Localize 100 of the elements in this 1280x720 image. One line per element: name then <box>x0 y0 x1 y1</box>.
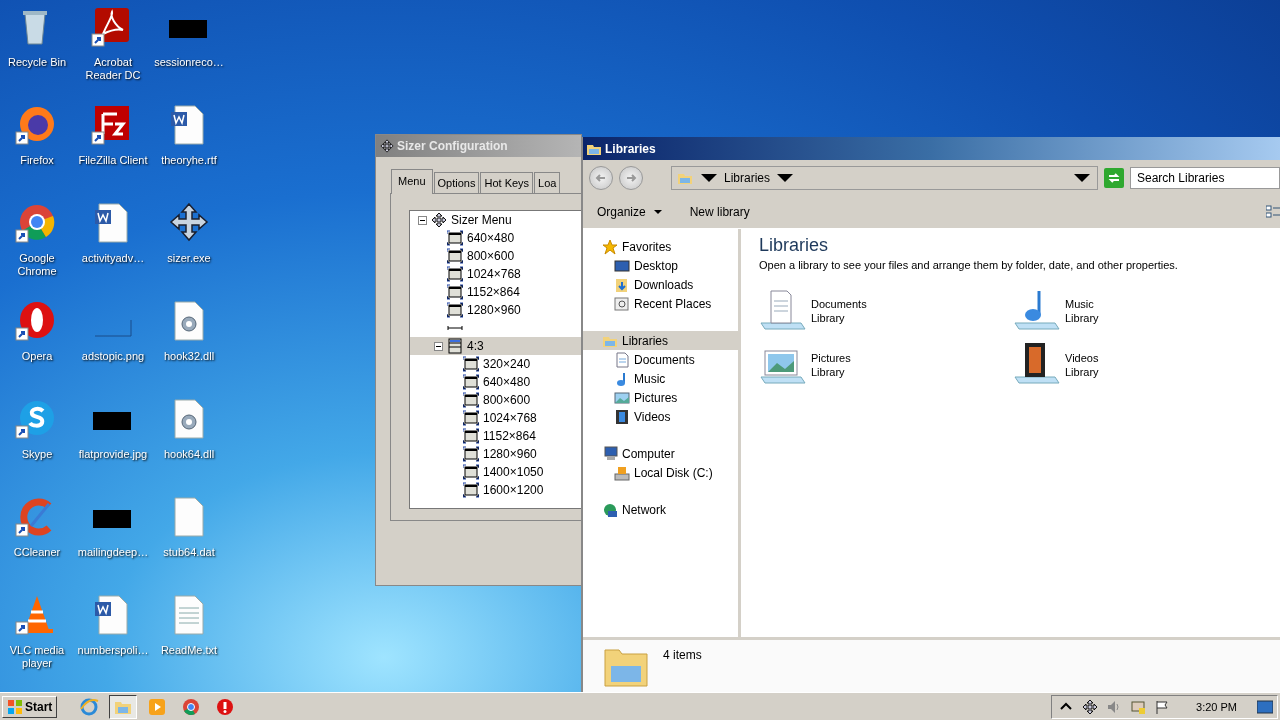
library-name[interactable]: Documents <box>811 297 867 311</box>
tree-label: 1152×864 <box>483 429 536 443</box>
desktop-icon-label[interactable]: Acrobat Reader DC <box>75 56 151 82</box>
library-type: Library <box>1065 311 1099 325</box>
window-icon <box>463 410 479 426</box>
library-type: Library <box>811 311 846 325</box>
nav-item[interactable]: Local Disk (C:) <box>583 463 738 482</box>
window-icon <box>447 284 463 300</box>
clock[interactable]: 3:20 PM <box>1196 700 1237 713</box>
desktop-icon-label[interactable]: FileZilla Client <box>75 154 151 167</box>
tree-row[interactable]: 1024×768 <box>410 409 581 427</box>
window-title: Libraries <box>605 141 656 156</box>
window-icon <box>447 266 463 282</box>
music-library-icon[interactable] <box>1013 289 1061 333</box>
library-name[interactable]: Pictures <box>811 351 851 365</box>
pictures-icon <box>614 389 630 406</box>
desktop-icon-label[interactable]: theoryhe.rtf <box>151 154 227 167</box>
tree-label: 1024×768 <box>467 267 521 281</box>
desktop-icon-label[interactable]: Google Chrome <box>0 252 75 278</box>
collapse-icon[interactable] <box>418 215 427 225</box>
window-icon <box>463 446 479 462</box>
tab[interactable]: Loa <box>534 172 561 193</box>
library-type: Library <box>1065 365 1099 379</box>
tree-row[interactable]: Sizer Menu <box>410 211 581 229</box>
computer-icon <box>602 445 618 462</box>
library-name[interactable]: Music <box>1065 297 1099 311</box>
nav-item[interactable]: Videos <box>583 407 738 426</box>
nav-item[interactable]: Computer <box>583 444 738 463</box>
tree-row[interactable]: 1024×768 <box>410 265 581 283</box>
collapse-icon[interactable] <box>434 341 443 351</box>
tree-label: 640×480 <box>483 375 531 389</box>
desktop-icon-label[interactable]: sessionreco… <box>151 56 227 69</box>
view-icon[interactable] <box>1266 203 1280 220</box>
tree-row[interactable]: 1280×960 <box>410 301 581 319</box>
tree-row[interactable]: 800×600 <box>410 247 581 265</box>
refresh-icon[interactable] <box>1104 167 1124 188</box>
tree-row[interactable]: 800×600 <box>410 391 581 409</box>
nav-item[interactable]: Network <box>583 500 738 519</box>
toolbar-button[interactable]: New library <box>683 200 756 223</box>
taskbar-explorer-icon[interactable] <box>109 694 138 719</box>
tree-row[interactable]: 1152×864 <box>410 427 581 445</box>
tree-row[interactable]: 1152×864 <box>410 283 581 301</box>
disk-icon <box>614 464 630 481</box>
list-icon <box>447 338 463 354</box>
tree-label: 4:3 <box>467 339 484 353</box>
nav-item[interactable]: Music <box>583 369 738 388</box>
downloads-icon <box>614 276 630 293</box>
page-heading: Libraries <box>759 235 830 256</box>
move-icon <box>431 212 447 228</box>
tree-label: 1280×960 <box>467 303 521 317</box>
nav-item[interactable]: Documents <box>583 350 738 369</box>
tab[interactable]: Options <box>433 172 480 193</box>
nav-item[interactable]: Favorites <box>583 237 738 256</box>
tree-label: 1152×864 <box>467 285 520 299</box>
move-icon[interactable] <box>1082 698 1099 715</box>
nav-item[interactable]: Libraries <box>583 331 738 350</box>
desktop-icon-label[interactable]: adstopic.png <box>75 350 151 363</box>
nav-item[interactable]: Downloads <box>583 275 738 294</box>
library-name[interactable]: Videos <box>1065 351 1099 365</box>
desktop-icon-label[interactable]: hook32.dll <box>151 350 227 363</box>
desktop-icon-label[interactable]: activityadv… <box>75 252 151 265</box>
desktop-icon-label[interactable]: Firefox <box>0 154 75 167</box>
desktop-icon-label[interactable]: sizer.exe <box>151 252 227 265</box>
window-icon <box>447 302 463 318</box>
window-icon <box>463 428 479 444</box>
desktop-icon-label[interactable]: Opera <box>0 350 75 363</box>
move-icon <box>380 139 394 153</box>
network-icon <box>602 501 618 518</box>
star-icon <box>602 238 618 255</box>
documents-icon <box>614 351 630 368</box>
tree-row[interactable]: 640×480 <box>410 229 581 247</box>
item-count: 4 items <box>663 648 702 662</box>
flag-icon[interactable] <box>1154 698 1171 715</box>
tree-row[interactable]: 1400×1050 <box>410 463 581 481</box>
tree-row[interactable]: 4:3 <box>410 337 581 355</box>
nav-item[interactable]: Recent Places <box>583 294 738 313</box>
show-desktop-icon[interactable] <box>1257 698 1273 715</box>
start-button[interactable]: Start <box>2 695 58 718</box>
toolbar-button[interactable]: Organize <box>591 200 668 223</box>
nav-item[interactable]: Desktop <box>583 256 738 275</box>
tree-row[interactable]: 320×240 <box>410 355 581 373</box>
recent-icon <box>614 295 630 312</box>
nav-item[interactable]: Pictures <box>583 388 738 407</box>
tree-label: 640×480 <box>467 231 515 245</box>
window-icon <box>463 374 479 390</box>
window-icon <box>463 464 479 480</box>
window-icon <box>463 392 479 408</box>
videos-library-icon[interactable] <box>1013 343 1061 387</box>
tree-label: 1024×768 <box>483 411 537 425</box>
tree-row[interactable]: 1280×960 <box>410 445 581 463</box>
address-text[interactable]: Libraries <box>724 170 771 185</box>
desktop-icon-label[interactable]: Recycle Bin <box>0 56 75 69</box>
tab[interactable]: Menu <box>391 169 433 194</box>
tree-row[interactable]: 640×480 <box>410 373 581 391</box>
tree-row[interactable]: 1600×1200 <box>410 481 581 499</box>
tab[interactable]: Hot Keys <box>480 172 534 193</box>
tree-label: 800×600 <box>467 249 515 263</box>
search-field[interactable]: Search Libraries <box>1130 166 1280 189</box>
address-bar[interactable]: Libraries <box>671 165 1098 190</box>
window-icon <box>447 230 463 246</box>
